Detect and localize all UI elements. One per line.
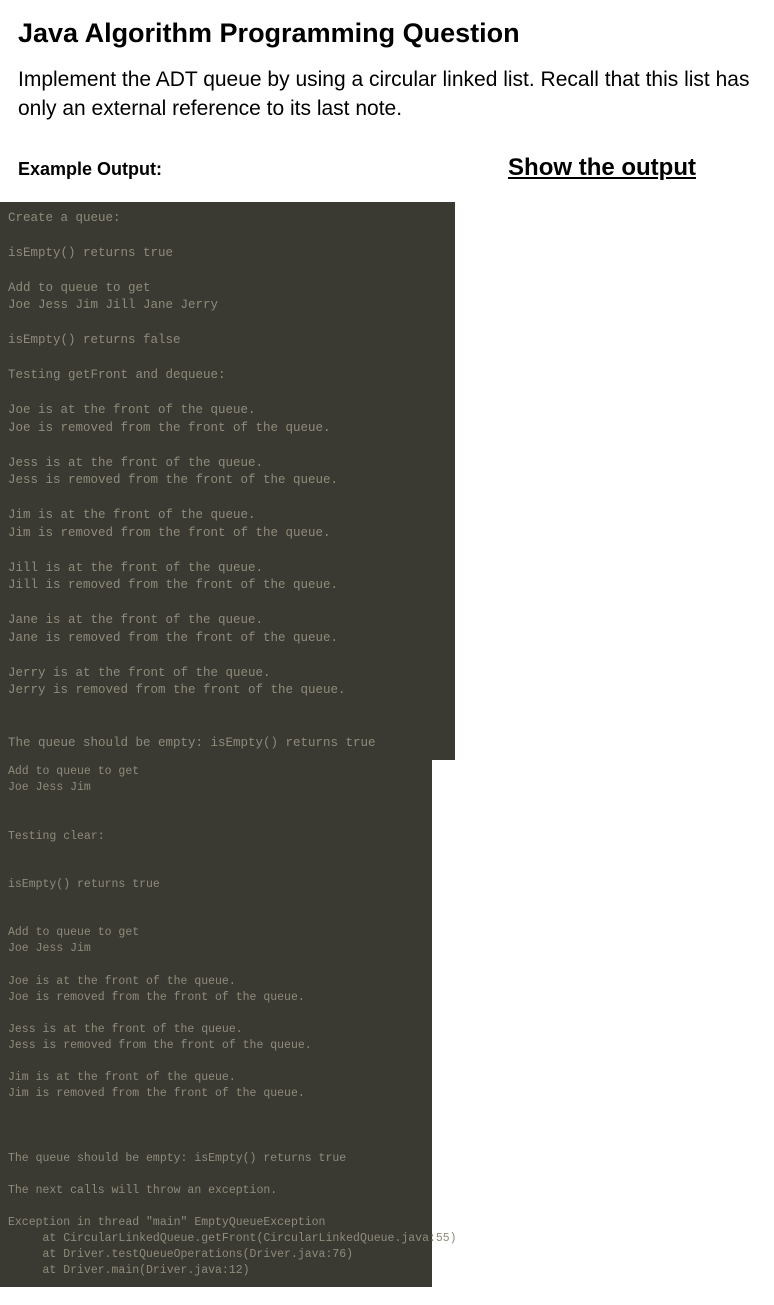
page-title: Java Algorithm Programming Question bbox=[18, 18, 756, 49]
terminal-output-part1: Create a queue: isEmpty() returns true A… bbox=[0, 202, 455, 761]
question-description: Implement the ADT queue by using a circu… bbox=[18, 65, 756, 124]
subheading-row: Example Output: Show the output bbox=[18, 154, 756, 182]
example-output-label: Example Output: bbox=[18, 159, 162, 180]
show-output-heading: Show the output bbox=[508, 154, 696, 182]
terminal-output-part2: Add to queue to get Joe Jess Jim Testing… bbox=[0, 760, 432, 1287]
